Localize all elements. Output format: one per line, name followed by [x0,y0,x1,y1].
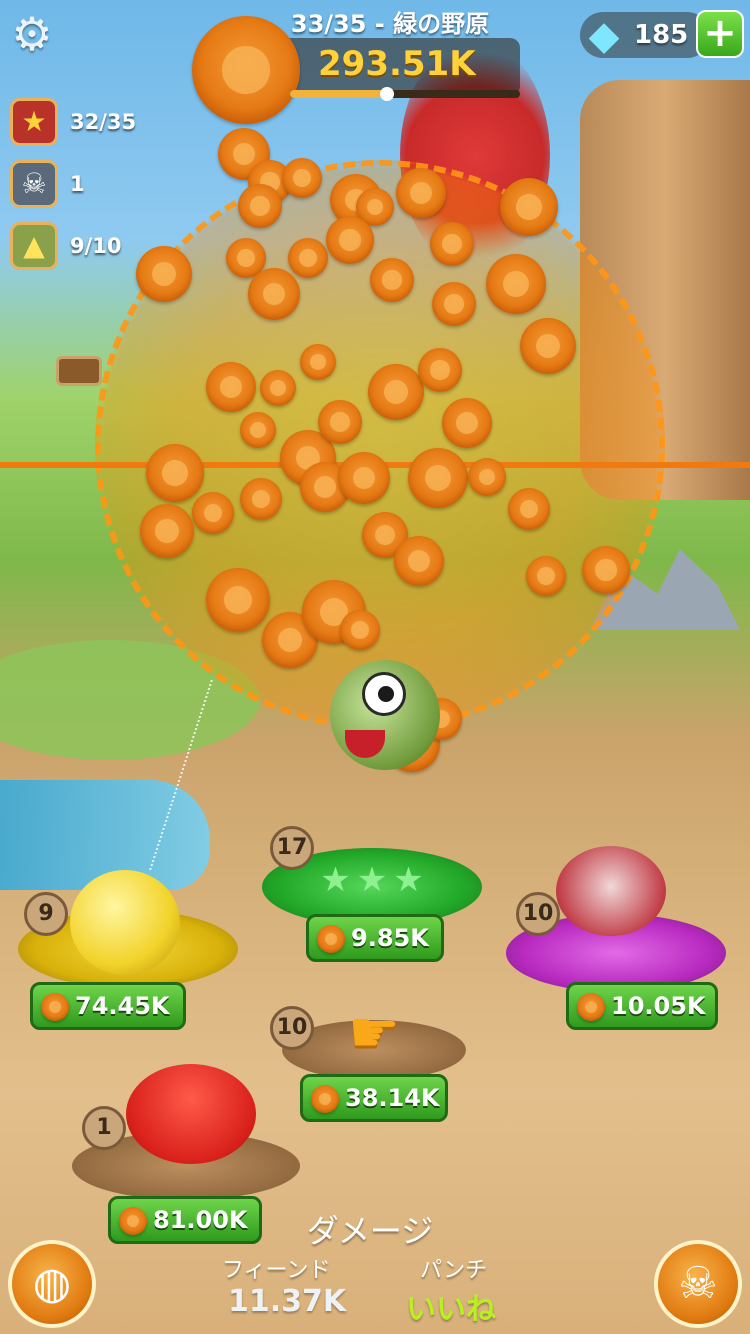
upgrade-cost: 10.05K [611,992,706,1020]
stage-flag-icon[interactable]: ★ [10,98,58,146]
coin-total: 293.51K [318,44,476,84]
coin[interactable] [248,268,300,320]
coin[interactable] [442,398,492,448]
kill-count: 1 [70,172,85,196]
level-label: 33/35 - 緑の野原 [290,10,490,38]
coin[interactable] [370,258,414,302]
hero-yellow-bug[interactable] [70,870,180,975]
enemy-pupil [378,686,394,702]
coin[interactable] [192,492,234,534]
hero-fly[interactable] [556,846,666,936]
hero-level-badge: 1 [82,1106,126,1150]
upgrade-button[interactable]: 81.00K [108,1196,262,1244]
coin[interactable] [326,216,374,264]
upgrade-cost: 81.00K [153,1206,248,1234]
hero-level-badge: 17 [270,826,314,870]
upgrade-cost: 38.14K [345,1084,440,1112]
coin[interactable] [240,412,276,448]
coin[interactable] [500,178,558,236]
hero-ladybug[interactable] [126,1064,256,1164]
tap-hand-icon[interactable]: ☛ [326,1002,422,1062]
coin[interactable] [520,318,576,374]
upgrade-cost: 74.45K [75,992,170,1020]
coin[interactable] [206,362,256,412]
coin[interactable] [394,536,444,586]
coin[interactable] [288,238,328,278]
upgrade-cost: 9.85K [351,924,429,952]
treasure-chest[interactable] [56,356,102,386]
level-progress-bar [290,87,520,101]
punch-label: パンチ [420,1258,488,1283]
coin[interactable] [430,222,474,266]
coin[interactable] [468,458,506,496]
coin-icon [317,925,345,953]
hero-level-badge: 10 [270,1006,314,1050]
hero-level-badge: 10 [516,892,560,936]
star-pad-icon: ★★★ [320,860,430,900]
coin-icon [119,1207,147,1235]
hero-count: 9/10 [70,234,122,258]
coin[interactable] [136,246,192,302]
coin-icon [41,993,69,1021]
coin-icon [577,993,605,1021]
coin[interactable] [282,158,322,198]
coin[interactable] [318,400,362,444]
coin[interactable] [418,348,462,392]
coin[interactable] [508,488,550,530]
add-gems-button[interactable]: + [696,10,744,58]
coin[interactable] [486,254,546,314]
coin[interactable] [582,546,630,594]
coin[interactable] [206,568,270,632]
level-progress-fill [290,90,387,98]
skull-icon[interactable]: ☠ [10,160,58,208]
hero-upgrade-icon[interactable]: ▲ [10,222,58,270]
upgrade-button[interactable]: 9.85K [306,914,444,962]
damage-title: ダメージ [306,1212,434,1250]
diamond-icon: ◆ [588,13,620,59]
coin[interactable] [338,452,390,504]
coin[interactable] [300,344,336,380]
upgrade-button[interactable]: 10.05K [566,982,718,1030]
gear-icon[interactable]: ⚙ [8,10,56,58]
coin[interactable] [240,478,282,520]
fiend-damage-value: 11.37K [228,1284,347,1319]
level-progress-knob [379,87,394,101]
upgrade-button[interactable]: 38.14K [300,1074,448,1122]
coin-icon [192,16,300,124]
coin[interactable] [146,444,204,502]
coin[interactable] [238,184,282,228]
coin[interactable] [260,370,296,406]
world-map-icon[interactable]: ◍ [8,1240,96,1328]
upgrade-button[interactable]: 74.45K [30,982,186,1030]
coin[interactable] [340,610,380,650]
coin[interactable] [432,282,476,326]
coin[interactable] [526,556,566,596]
punch-value: いいね [406,1292,496,1327]
coin[interactable] [140,504,194,558]
coin[interactable] [408,448,468,508]
gem-count: 185 [634,20,689,50]
fiend-label: フィーンド [222,1258,331,1283]
coin-icon [311,1085,339,1113]
hero-level-badge: 9 [24,892,68,936]
stage-count: 32/35 [70,110,137,134]
coin[interactable] [368,364,424,420]
coin[interactable] [396,168,446,218]
skull-crossbones-icon[interactable]: ☠ [654,1240,742,1328]
